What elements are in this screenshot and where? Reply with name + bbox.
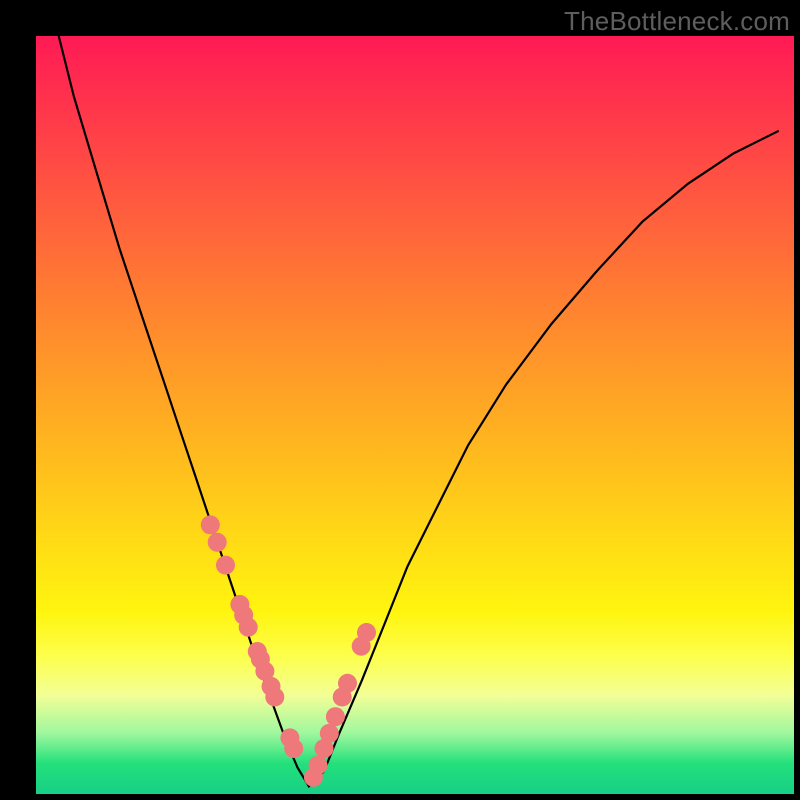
scatter-dot	[309, 756, 328, 775]
watermark-text: TheBottleneck.com	[564, 6, 790, 37]
scatter-dot	[265, 688, 284, 707]
scatter-dot	[284, 739, 303, 758]
scatter-dot	[338, 674, 357, 693]
scatter-dot	[216, 556, 235, 575]
scatter-dot	[357, 623, 376, 642]
bottleneck-curve-path	[59, 36, 779, 786]
chart-frame: TheBottleneck.com	[0, 0, 800, 800]
scatter-dot	[208, 533, 227, 552]
scatter-dot	[239, 618, 258, 637]
scatter-dot	[201, 515, 220, 534]
scatter-dots-group	[201, 515, 376, 786]
scatter-dot	[320, 724, 339, 743]
chart-svg	[36, 36, 794, 794]
chart-plot-area	[36, 36, 794, 794]
scatter-dot	[326, 707, 345, 726]
